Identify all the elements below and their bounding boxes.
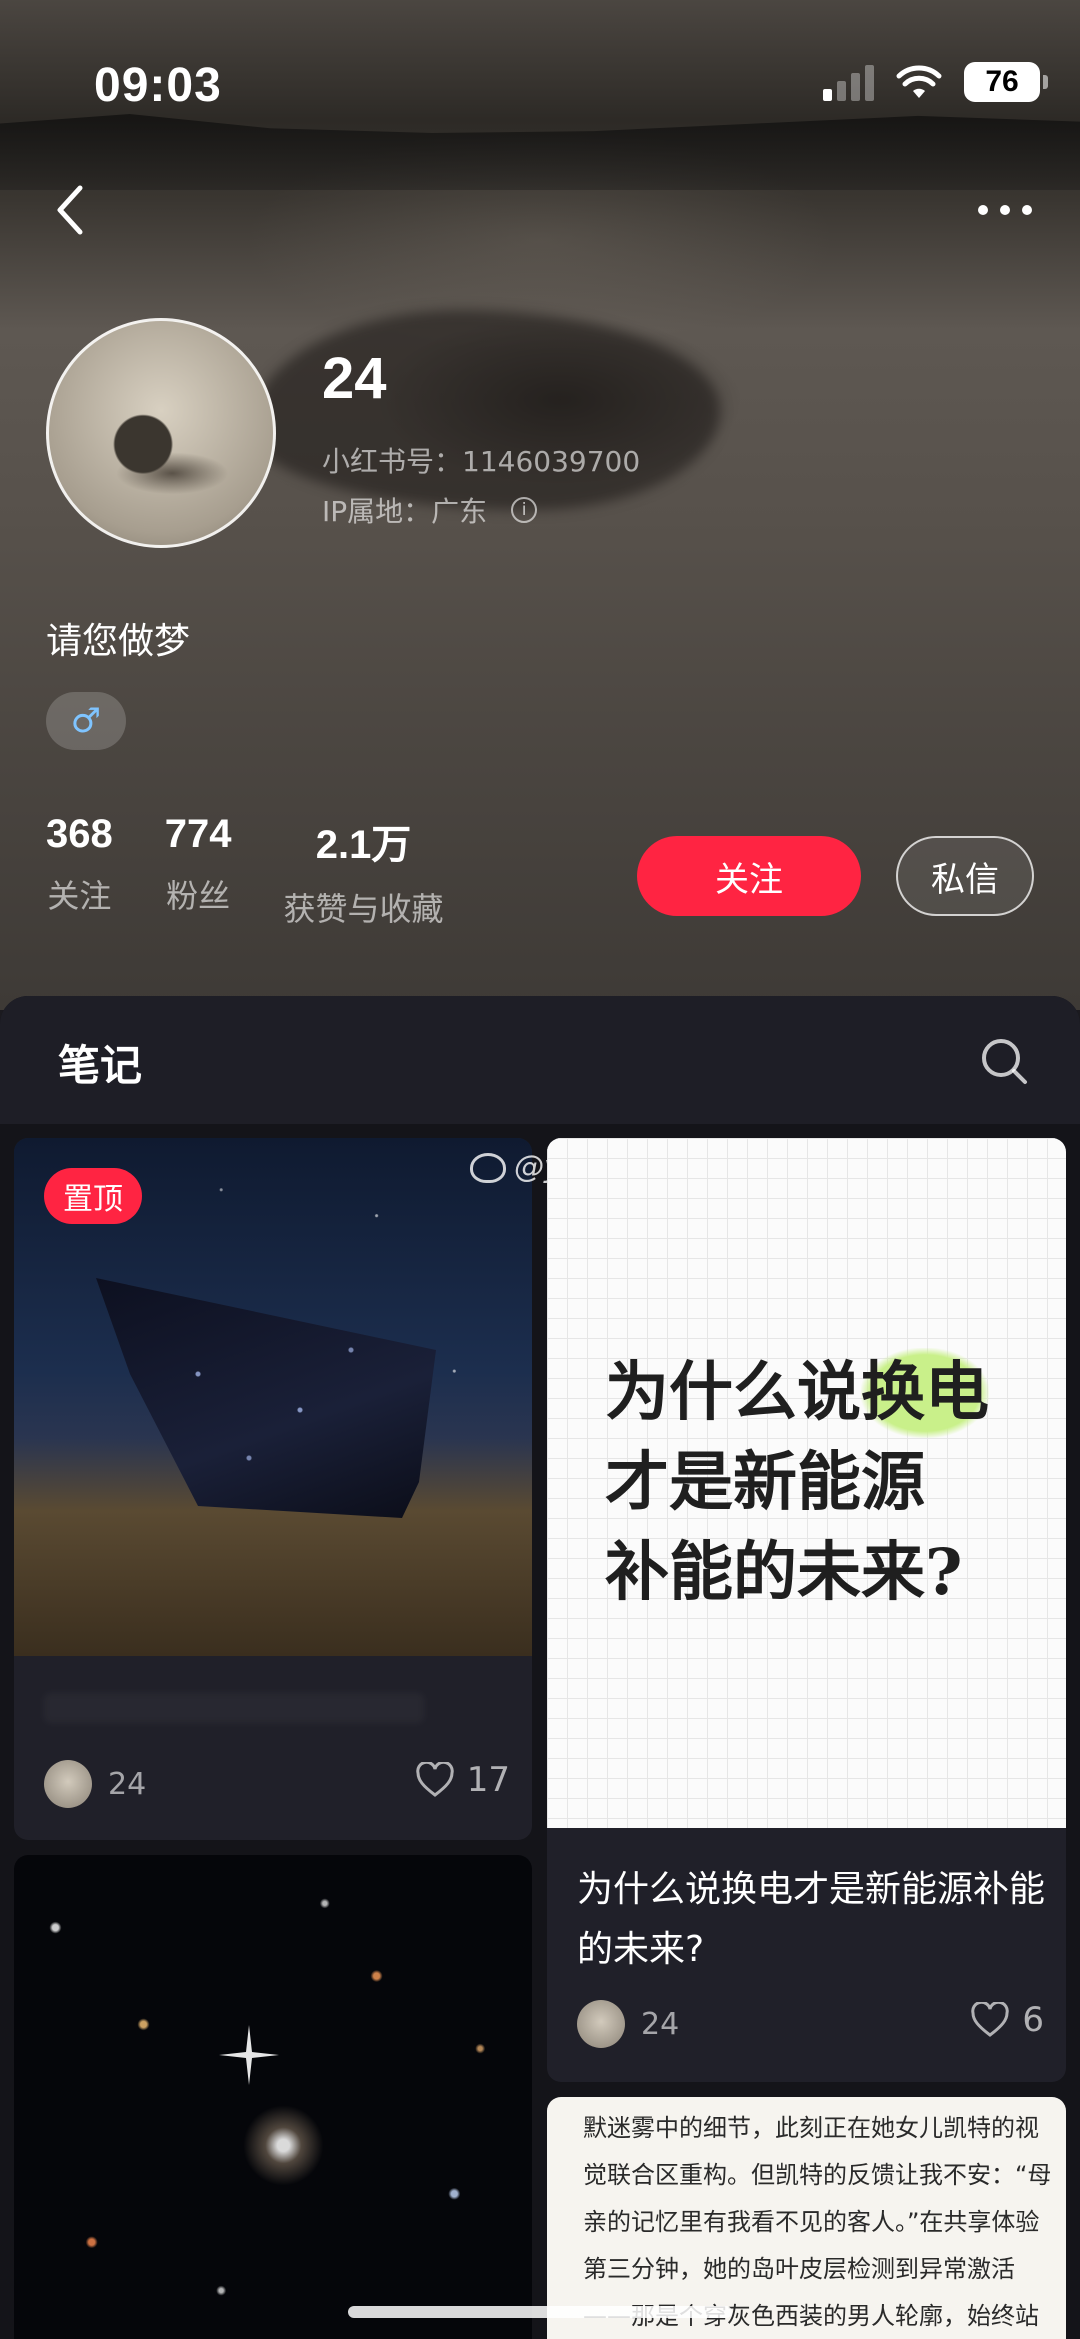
cover-headline: 为什么说换电 才是新能源 补能的未来? <box>605 1348 989 1618</box>
note-author[interactable]: 24 <box>577 2000 679 2048</box>
note-cover-image: 为什么说换电 才是新能源 补能的未来? <box>547 1138 1066 1828</box>
stat-value: 774 <box>164 812 232 856</box>
like-count: 17 <box>466 1760 510 1800</box>
author-avatar <box>577 2000 625 2048</box>
stat-value: 2.1万 <box>315 823 412 867</box>
follow-button[interactable]: 关注 <box>637 836 861 916</box>
heart-icon <box>971 2002 1010 2037</box>
profile-nickname: 24 <box>322 346 387 411</box>
pinned-badge: 置顶 <box>44 1168 142 1224</box>
search-icon[interactable] <box>978 1035 1030 1087</box>
more-options-icon[interactable] <box>970 190 1040 230</box>
stat-likes-collects[interactable]: 2.1万 获赞与收藏 <box>284 812 444 930</box>
cellular-signal-icon <box>823 63 874 101</box>
note-card-pinned[interactable]: 置顶 24 17 <box>14 1138 532 1840</box>
note-text-excerpt: 默迷雾中的细节，此刻正在她女儿凯特的视觉联合区重构。但凯特的反馈让我不安：“母亲… <box>583 2114 1052 2330</box>
stat-label: 粉丝 <box>166 877 231 915</box>
notes-tabbar <box>0 996 1080 1124</box>
red-id: 小红书号：1146039700 <box>322 445 641 478</box>
gender-male-icon: ♂ <box>46 692 126 750</box>
profile-stats: 368 关注 774 粉丝 2.1万 获赞与收藏 <box>46 812 444 930</box>
wifi-icon <box>896 65 942 98</box>
author-avatar <box>44 1760 92 1808</box>
tab-notes[interactable]: 笔记 <box>58 1032 142 1093</box>
note-title-placeholder <box>44 1693 424 1723</box>
like-button[interactable]: 6 <box>970 2000 1044 2040</box>
stat-followers[interactable]: 774 粉丝 <box>165 812 232 930</box>
star-flare <box>219 2025 279 2085</box>
info-icon[interactable]: i <box>511 497 538 523</box>
status-indicators: 76 <box>823 62 1048 102</box>
stat-following[interactable]: 368 关注 <box>46 812 113 930</box>
status-time: 09:03 <box>94 59 222 112</box>
stat-value: 368 <box>46 812 113 856</box>
cover-line: 才是新能源 <box>605 1445 925 1520</box>
like-button[interactable]: 17 <box>415 1760 510 1800</box>
weibo-icon <box>470 1152 506 1183</box>
author-name: 24 <box>641 2006 680 2042</box>
ip-location-row: IP属地：广东 i <box>322 490 538 530</box>
battery-icon: 76 <box>964 62 1048 102</box>
note-title: 为什么说换电才是新能源补能的未来? <box>577 1869 1046 1970</box>
note-card[interactable] <box>14 1855 532 2339</box>
stat-label: 获赞与收藏 <box>283 890 444 928</box>
home-indicator[interactable] <box>348 2306 732 2318</box>
back-icon[interactable] <box>48 180 98 240</box>
note-author[interactable]: 24 <box>44 1760 146 1808</box>
cover-highlight: 换电 <box>861 1348 989 1438</box>
profile-bio: 请您做梦 <box>46 621 191 662</box>
ip-location: IP属地：广东 <box>322 495 488 528</box>
stat-label: 关注 <box>47 877 112 915</box>
cover-line: 补能的未来? <box>605 1535 963 1610</box>
note-cover-image <box>14 1855 532 2339</box>
note-card[interactable]: 为什么说换电 才是新能源 补能的未来? 为什么说换电才是新能源补能的未来? 24… <box>547 1138 1066 2082</box>
starry-cloth-shape <box>96 1278 436 1518</box>
heart-icon <box>416 1762 454 1797</box>
note-card[interactable]: 默迷雾中的细节，此刻正在她女儿凯特的视觉联合区重构。但凯特的反馈让我不安：“母亲… <box>547 2097 1066 2339</box>
author-name: 24 <box>108 1766 147 1802</box>
cover-line: 为什么说换电 <box>605 1348 989 1438</box>
avatar[interactable] <box>46 318 276 548</box>
like-count: 6 <box>1022 2000 1044 2040</box>
message-button[interactable]: 私信 <box>896 836 1034 916</box>
